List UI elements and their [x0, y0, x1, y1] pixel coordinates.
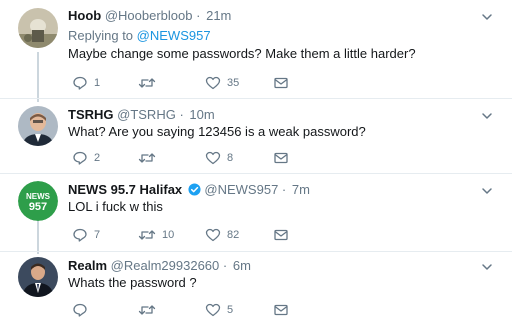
message-button[interactable] — [273, 74, 289, 92]
retweet-button[interactable] — [138, 74, 162, 92]
like-count: 82 — [227, 229, 240, 241]
tweet-actions: 2 8 — [68, 149, 328, 167]
reply-button[interactable]: 2 — [72, 149, 100, 167]
retweet-button[interactable] — [138, 149, 162, 167]
tweet[interactable]: Hoob @Hooberbloob · 21m Replying to @NEW… — [0, 0, 512, 98]
message-icon — [274, 229, 288, 241]
display-name[interactable]: Hoob — [68, 8, 101, 23]
message-button[interactable] — [273, 149, 289, 167]
verified-badge-icon — [188, 183, 201, 200]
reply-icon — [73, 303, 87, 317]
display-name[interactable]: Realm — [68, 258, 107, 273]
retweet-icon — [138, 78, 156, 88]
timestamp[interactable]: 21m — [206, 8, 231, 23]
tweet-header: TSRHG @TSRHG · 10m — [68, 107, 215, 123]
tweet-actions: 7 10 82 — [68, 226, 328, 244]
separator-dot: · — [222, 258, 228, 273]
like-icon — [205, 228, 221, 242]
conversation-thread: Hoob @Hooberbloob · 21m Replying to @NEW… — [0, 0, 512, 318]
avatar[interactable] — [18, 106, 58, 146]
retweet-button[interactable]: 10 — [138, 226, 174, 244]
tweet[interactable]: Realm @Realm29932660 · 6m Whats the pass… — [0, 252, 512, 318]
tweet-text: Maybe change some passwords? Make them a… — [68, 46, 416, 61]
like-button[interactable]: 82 — [205, 226, 239, 244]
tweet-header: Realm @Realm29932660 · 6m — [68, 258, 251, 274]
reply-icon — [73, 151, 87, 165]
tweet-text: What? Are you saying 123456 is a weak pa… — [68, 124, 366, 139]
tweet-text: Whats the password ? — [68, 275, 197, 290]
message-button[interactable] — [273, 301, 289, 318]
timestamp[interactable]: 10m — [189, 107, 214, 122]
retweet-button[interactable] — [138, 301, 162, 318]
retweet-icon — [138, 153, 156, 163]
retweet-count: 10 — [162, 229, 175, 241]
replying-mention-link[interactable]: @NEWS957 — [137, 28, 211, 43]
reply-icon — [73, 76, 87, 90]
like-count: 5 — [227, 304, 234, 316]
message-button[interactable] — [273, 226, 289, 244]
user-handle[interactable]: @TSRHG — [117, 107, 176, 122]
user-handle[interactable]: @Hooberbloob — [105, 8, 193, 23]
tweet-header: Hoob @Hooberbloob · 21m — [68, 8, 231, 24]
chevron-down-icon[interactable] — [480, 10, 494, 24]
tweet-actions: 5 — [68, 301, 328, 318]
like-icon — [205, 76, 221, 90]
user-handle[interactable]: @NEWS957 — [204, 182, 278, 197]
like-count: 35 — [227, 77, 240, 89]
replying-prefix: Replying to — [68, 28, 134, 43]
message-icon — [274, 152, 288, 164]
reply-count: 1 — [94, 77, 101, 89]
message-icon — [274, 304, 288, 316]
display-name[interactable]: NEWS 95.7 Halifax — [68, 182, 182, 197]
like-icon — [205, 303, 221, 317]
reply-count: 2 — [94, 152, 101, 164]
timestamp[interactable]: 7m — [292, 182, 310, 197]
message-icon — [274, 77, 288, 89]
avatar[interactable] — [18, 257, 58, 297]
retweet-icon — [138, 305, 156, 315]
avatar-logo-text-bottom: 957 — [29, 201, 47, 213]
reply-button[interactable] — [72, 301, 94, 318]
reply-button[interactable]: 7 — [72, 226, 100, 244]
separator-dot: · — [179, 107, 184, 122]
separator-dot: · — [196, 8, 201, 23]
reply-count: 7 — [94, 229, 101, 241]
tweet[interactable]: TSRHG @TSRHG · 10m What? Are you saying … — [0, 99, 512, 174]
like-button[interactable]: 35 — [205, 74, 239, 92]
like-button[interactable]: 8 — [205, 149, 233, 167]
tweet-text: LOL i fuck w this — [68, 199, 163, 214]
reply-icon — [73, 228, 87, 242]
chevron-down-icon[interactable] — [480, 260, 494, 274]
avatar[interactable]: NEWS 957 — [18, 181, 58, 221]
chevron-down-icon[interactable] — [480, 184, 494, 198]
display-name[interactable]: TSRHG — [68, 107, 114, 122]
user-handle[interactable]: @Realm29932660 — [111, 258, 220, 273]
chevron-down-icon[interactable] — [480, 109, 494, 123]
replying-to: Replying to @NEWS957 — [68, 28, 211, 44]
avatar-logo-text-top: NEWS — [26, 192, 51, 201]
separator-dot: · — [281, 182, 287, 197]
like-count: 8 — [227, 152, 234, 164]
avatar[interactable] — [18, 8, 58, 48]
retweet-icon — [138, 230, 156, 240]
like-button[interactable]: 5 — [205, 301, 233, 318]
reply-button[interactable]: 1 — [72, 74, 100, 92]
tweet[interactable]: NEWS 957 NEWS 95.7 Halifax @NEWS957 · 7m… — [0, 174, 512, 252]
tweet-actions: 1 35 — [68, 74, 328, 92]
timestamp[interactable]: 6m — [233, 258, 251, 273]
like-icon — [205, 151, 221, 165]
